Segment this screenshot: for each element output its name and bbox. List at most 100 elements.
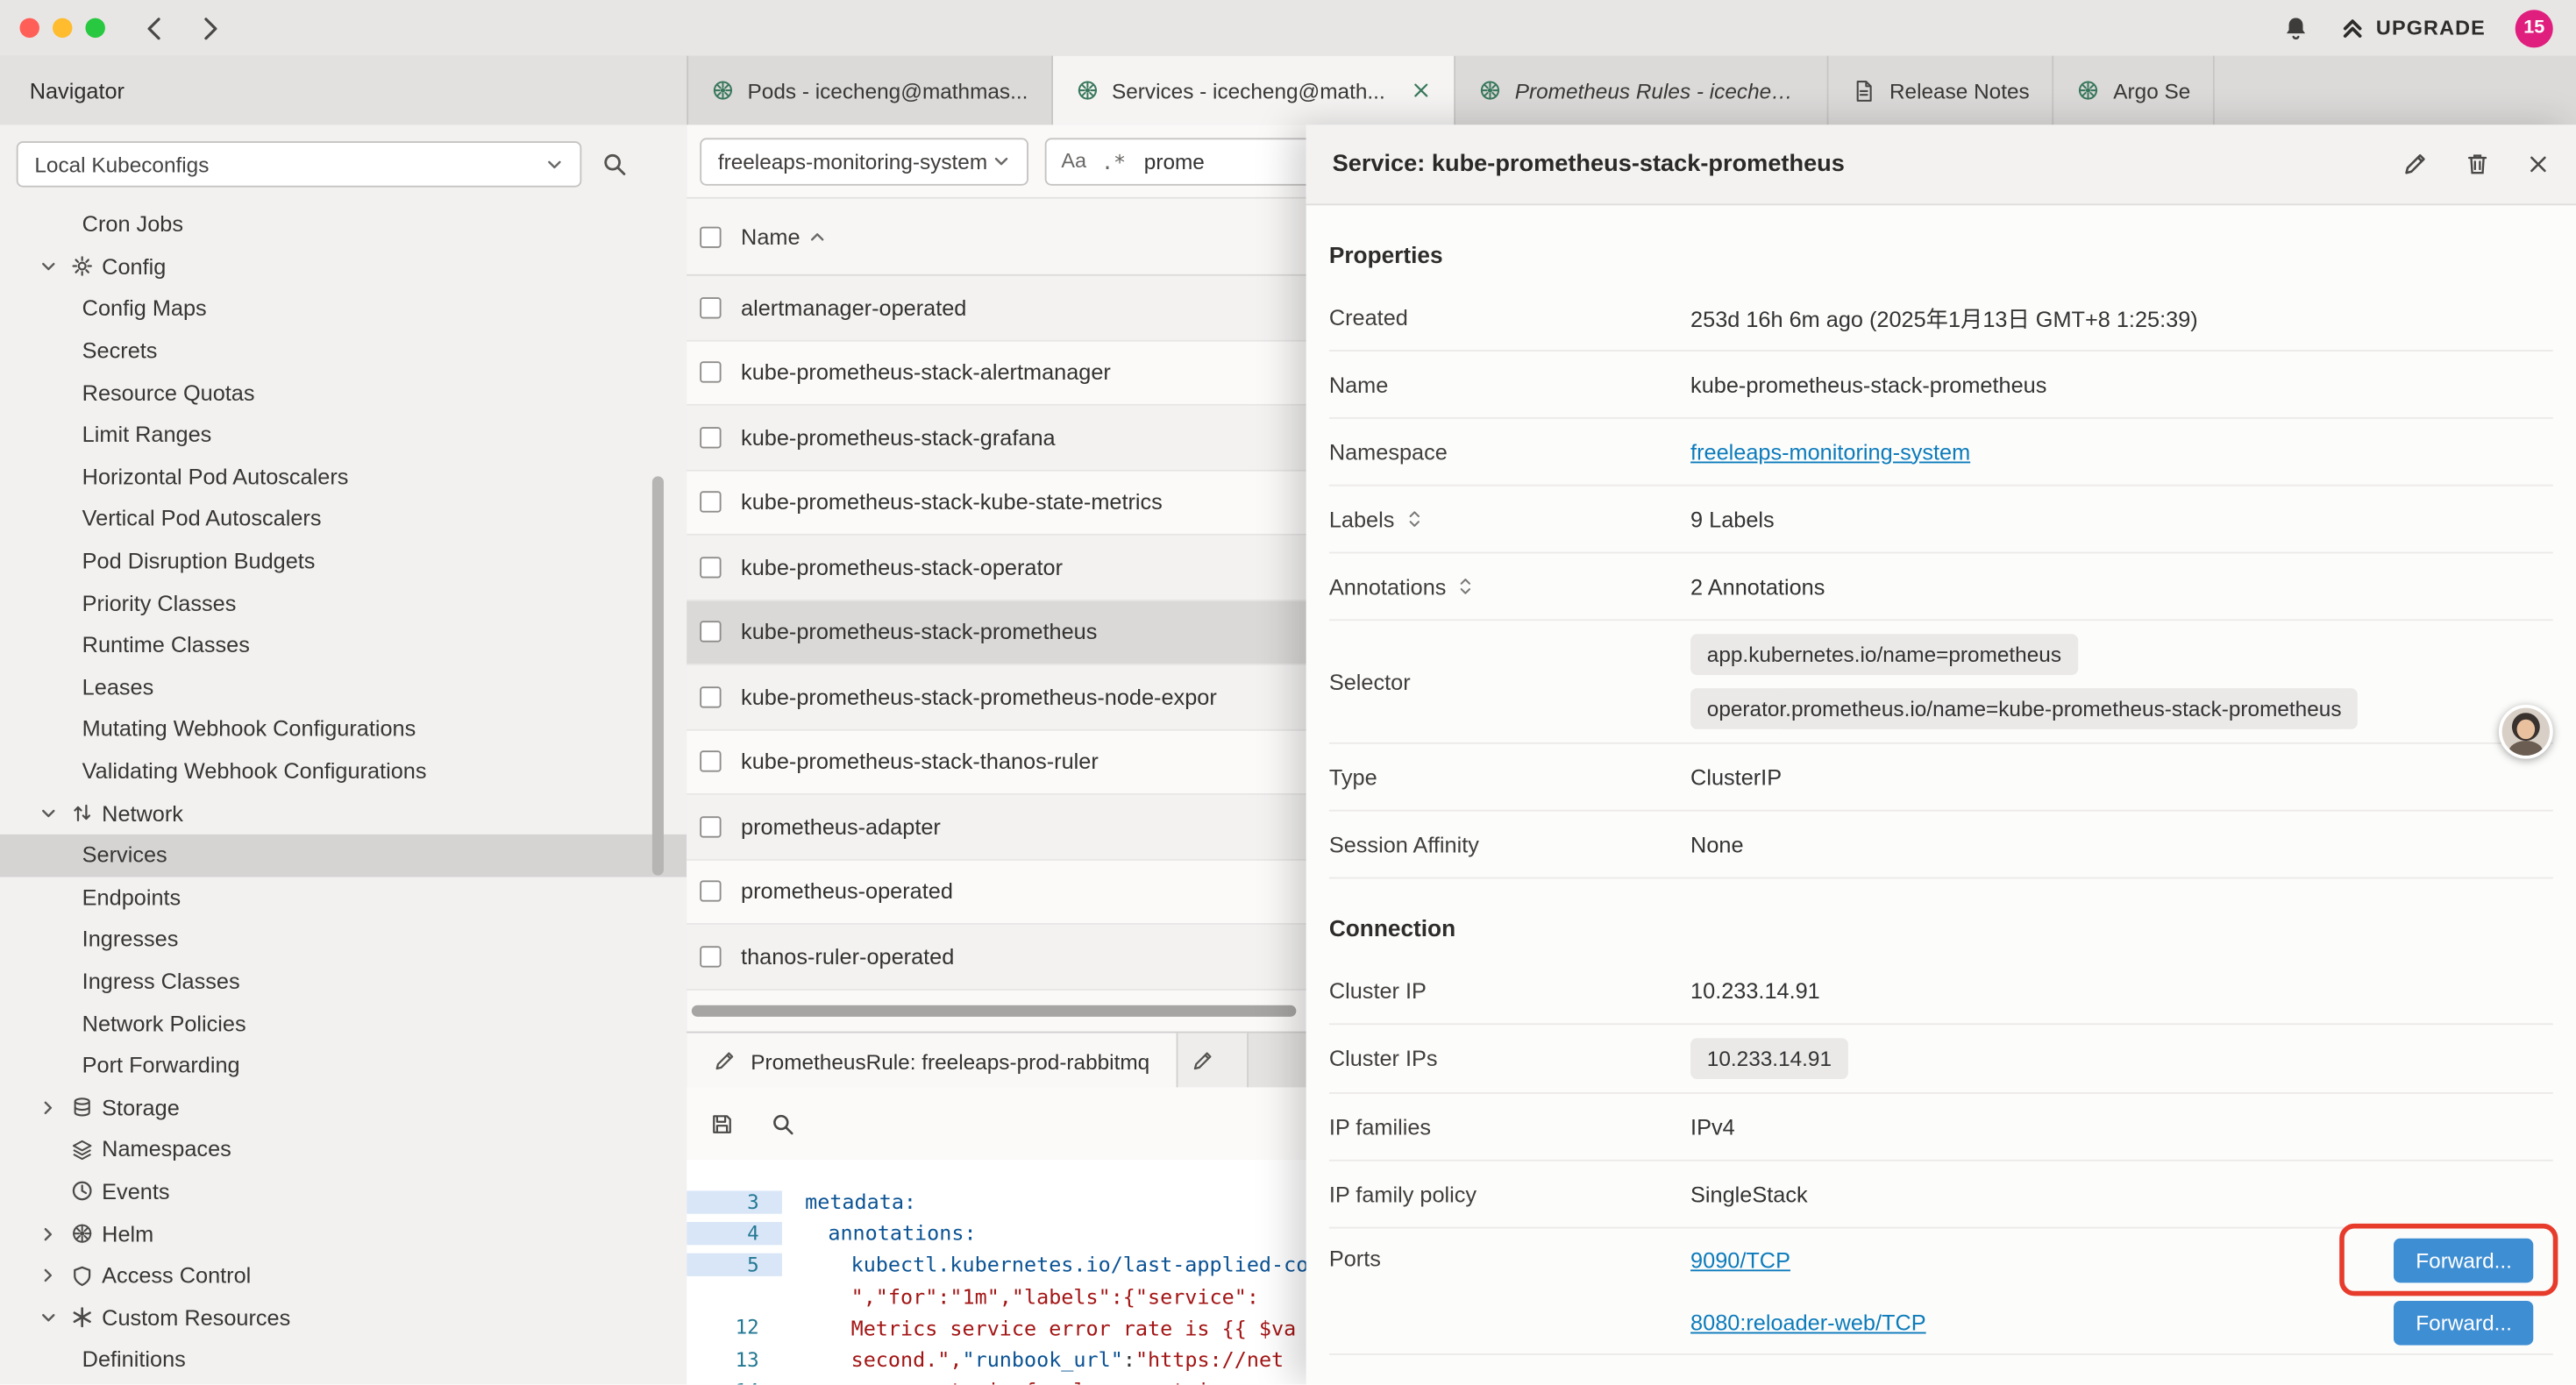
sidebar-scrollbar[interactable] [652, 476, 664, 875]
tab-label: Pods - icecheng@mathmas... [748, 78, 1028, 103]
forward-button[interactable]: Forward... [2395, 1300, 2533, 1345]
sidebar-item-resource-quotas[interactable]: Resource Quotas [0, 372, 687, 414]
back-icon[interactable] [141, 14, 169, 42]
forward-icon[interactable] [196, 14, 224, 42]
sidebar-item-endpoints[interactable]: Endpoints [0, 877, 687, 919]
search-icon[interactable] [771, 1112, 795, 1136]
service-name: thanos-ruler-operated [741, 944, 954, 969]
sidebar-item-network[interactable]: Network [0, 792, 687, 835]
kubeconfig-select-value: Local Kubeconfigs [34, 152, 209, 176]
sidebar-item-pod-disruption-budgets[interactable]: Pod Disruption Budgets [0, 540, 687, 582]
service-name: kube-prometheus-stack-grafana [741, 425, 1056, 450]
sidebar-item-horizontal-pod-autoscalers[interactable]: Horizontal Pod Autoscalers [0, 456, 687, 498]
tab-services-icecheng-math[interactable]: Services - icecheng@math... [1053, 56, 1456, 125]
notification-count-badge[interactable]: 15 [2516, 9, 2553, 46]
sidebar-item-namespaces[interactable]: Namespaces [0, 1128, 687, 1170]
namespace-select[interactable]: freeleaps-monitoring-system [700, 137, 1028, 184]
sidebar-item-cron-jobs[interactable]: Cron Jobs [0, 203, 687, 245]
sidebar-item-definitions[interactable]: Definitions [0, 1339, 687, 1381]
maximize-window-button[interactable] [85, 18, 104, 38]
expand-toggle-icon[interactable] [1406, 509, 1423, 529]
sidebar-item-runtime-classes[interactable]: Runtime Classes [0, 624, 687, 666]
chevron-down-icon[interactable] [39, 1309, 58, 1327]
notifications-bell-icon[interactable] [2282, 14, 2310, 42]
sidebar-item-ingresses[interactable]: Ingresses [0, 919, 687, 961]
sidebar-item-access-control[interactable]: Access Control [0, 1254, 687, 1296]
tab-pods-icecheng-mathmas[interactable]: Pods - icecheng@mathmas... [688, 56, 1052, 125]
chevron-right-icon[interactable] [39, 1098, 58, 1117]
row-checkbox[interactable] [700, 557, 721, 578]
chevron-down-icon[interactable] [39, 258, 58, 276]
row-checkbox[interactable] [700, 686, 721, 707]
row-checkbox[interactable] [700, 881, 721, 902]
sidebar-item-label: Network Policies [82, 1011, 246, 1035]
dock-tab-partial[interactable] [1178, 1033, 1249, 1090]
sidebar-item-priority-classes[interactable]: Priority Classes [0, 582, 687, 624]
sidebar-item-port-forwarding[interactable]: Port Forwarding [0, 1044, 687, 1086]
tab-close-icon[interactable] [1412, 81, 1431, 100]
row-checkbox[interactable] [700, 362, 721, 383]
sidebar-item-label: Cron Jobs [82, 212, 183, 237]
sidebar-item-limit-ranges[interactable]: Limit Ranges [0, 414, 687, 456]
sidebar-item-custom-resources[interactable]: Custom Resources [0, 1296, 687, 1339]
match-case-toggle[interactable]: Aa [1061, 150, 1086, 173]
regex-toggle[interactable]: .* [1101, 149, 1126, 174]
sidebar-item-vertical-pod-autoscalers[interactable]: Vertical Pod Autoscalers [0, 498, 687, 540]
tab-prometheus-rules-icecheng[interactable]: Prometheus Rules - icecheng... [1455, 56, 1828, 125]
sidebar-item-network-policies[interactable]: Network Policies [0, 1002, 687, 1044]
tab-argo-se[interactable]: Argo Se [2054, 56, 2216, 125]
avatar[interactable] [2499, 705, 2553, 759]
search-icon[interactable] [601, 151, 628, 177]
code-text: error rate in freeleaps metrics ser [782, 1378, 1284, 1384]
sidebar-item-helm[interactable]: Helm [0, 1212, 687, 1254]
row-checkbox[interactable] [700, 751, 721, 772]
sidebar-item-ingress-classes[interactable]: Ingress Classes [0, 961, 687, 1003]
row-checkbox[interactable] [700, 621, 721, 643]
row-checkbox[interactable] [700, 816, 721, 837]
tab-label: Release Notes [1889, 78, 2030, 103]
sidebar-item-config[interactable]: Config [0, 245, 687, 288]
row-checkbox[interactable] [700, 492, 721, 513]
sidebar-item-config-maps[interactable]: Config Maps [0, 288, 687, 330]
port-link[interactable]: 9090/TCP [1690, 1247, 1790, 1272]
row-checkbox[interactable] [700, 946, 721, 967]
select-all-checkbox[interactable] [700, 226, 721, 247]
line-number: 5 [687, 1254, 782, 1276]
kubeconfig-select[interactable]: Local Kubeconfigs [17, 141, 582, 187]
name-column-header[interactable]: Name [741, 224, 800, 249]
chevron-down-icon [545, 155, 564, 174]
code-text: ","for":"1m","labels":{"service": [782, 1284, 1259, 1309]
close-icon[interactable] [2527, 153, 2550, 175]
chevron-right-icon[interactable] [39, 1225, 58, 1243]
sidebar-item-leases[interactable]: Leases [0, 666, 687, 708]
chevron-right-icon[interactable] [39, 1267, 58, 1285]
sidebar-item-validating-webhook-configurations[interactable]: Validating Webhook Configurations [0, 750, 687, 792]
expand-toggle-icon[interactable] [1458, 577, 1475, 596]
drawer-body: PropertiesCreated253d 16h 6m ago (2025年1… [1306, 205, 2576, 1384]
sidebar-item-storage[interactable]: Storage [0, 1086, 687, 1128]
namespace-link[interactable]: freeleaps-monitoring-system [1690, 439, 1970, 464]
section-heading-properties: Properties [1329, 231, 2553, 277]
sidebar-item-mutating-webhook-configurations[interactable]: Mutating Webhook Configurations [0, 708, 687, 750]
chevron-down-icon[interactable] [39, 804, 58, 822]
port-link[interactable]: 8080:reloader-web/TCP [1690, 1310, 1926, 1334]
sort-ascending-icon[interactable] [808, 228, 827, 246]
sidebar-item-secrets[interactable]: Secrets [0, 330, 687, 372]
forward-button[interactable]: Forward... [2395, 1238, 2533, 1282]
edit-icon[interactable] [2402, 151, 2428, 177]
delete-icon[interactable] [2465, 151, 2491, 177]
row-checkbox[interactable] [700, 427, 721, 448]
dock-tab-prometheusrule[interactable]: PrometheusRule: freeleaps-prod-rabbitmq [687, 1033, 1178, 1090]
sidebar-item-services[interactable]: Services [0, 835, 687, 877]
title-bar: UPGRADE 15 [0, 0, 2576, 58]
sidebar-item-events[interactable]: Events [0, 1170, 687, 1212]
minimize-window-button[interactable] [53, 18, 72, 38]
save-icon[interactable] [709, 1112, 734, 1136]
upgrade-button[interactable]: UPGRADE [2340, 15, 2486, 41]
property-label: Cluster IP [1329, 978, 1690, 1003]
tab-release-notes[interactable]: Release Notes [1829, 56, 2054, 125]
close-window-button[interactable] [19, 18, 39, 38]
row-checkbox[interactable] [700, 297, 721, 318]
search-input[interactable] [1141, 147, 1312, 175]
horizontal-scrollbar[interactable] [692, 1005, 1297, 1017]
